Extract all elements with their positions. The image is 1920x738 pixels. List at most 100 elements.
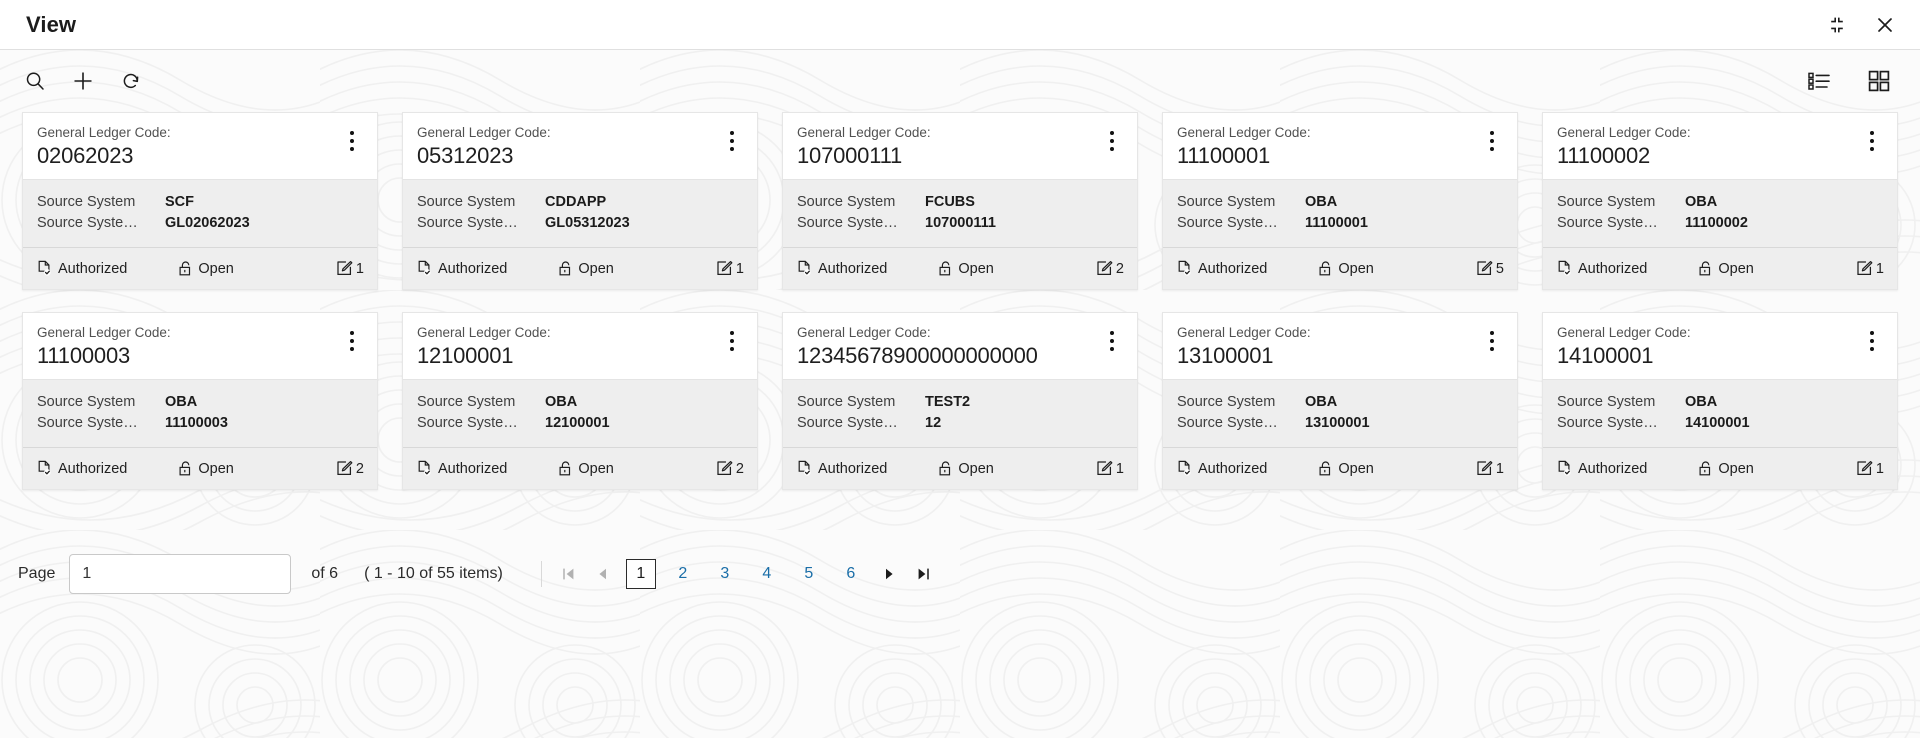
edit-square-icon [337,260,353,276]
gl-code-card[interactable]: General Ledger Code: 02062023 Source Sys… [22,112,378,290]
pager-page-4[interactable]: 4 [752,559,782,589]
source-system-code-value: 12100001 [545,415,610,431]
card-gl-code-value: 107000111 [797,143,903,168]
previous-page-button[interactable] [586,558,620,590]
gl-code-card[interactable]: General Ledger Code: 11100001 Source Sys… [1162,112,1518,290]
authorized-document-icon [418,460,431,476]
card-footer: Authorized Open 1 [1543,247,1897,289]
refresh-button[interactable] [114,64,148,98]
card-header: General Ledger Code: 14100001 [1543,313,1897,379]
card-title-label: General Ledger Code: [797,125,931,140]
source-system-code-row: Source Syste… 11100003 [37,413,363,434]
source-system-code-value: GL05312023 [545,215,630,231]
next-page-button[interactable] [872,558,906,590]
source-system-code-label: Source Syste… [1557,415,1658,431]
source-system-code-row: Source Syste… 11100001 [1177,213,1503,234]
gl-code-card[interactable]: General Ledger Code: 11100003 Source Sys… [22,312,378,490]
authorization-status: Authorized [1176,460,1267,477]
gl-code-card[interactable]: General Ledger Code: 107000111 Source Sy… [782,112,1138,290]
card-menu-button[interactable] [1481,124,1503,158]
pager-number-list: 123456 [620,559,872,589]
record-lock-status-text: Open [1338,260,1374,277]
card-footer: Authorized Open 5 [1163,247,1517,289]
window-titlebar: View [0,0,1920,50]
record-lock-status: Open [178,460,234,477]
source-system-label: Source System [797,394,896,410]
modification-count: 1 [336,260,364,277]
kebab-dot [1870,347,1874,351]
kebab-dot [730,347,734,351]
kebab-dot [1870,331,1874,335]
source-system-code-value: GL02062023 [165,215,250,231]
pager-page-1[interactable]: 1 [625,559,656,589]
source-system-code-row: Source Syste… GL05312023 [417,213,743,234]
card-menu-button[interactable] [341,324,363,358]
card-title-label: General Ledger Code: [1557,125,1691,140]
gl-code-card[interactable]: General Ledger Code: 05312023 Source Sys… [402,112,758,290]
close-button[interactable] [1872,12,1898,38]
add-button[interactable] [66,64,100,98]
source-system-row: Source System OBA [1557,192,1883,213]
pagination-bar: Page of 6 ( 1 - 10 of 55 items) 123 [0,554,1920,594]
source-system-code-label: Source Syste… [797,215,898,231]
card-header-text: General Ledger Code: 11100001 [1177,124,1477,170]
authorization-status: Authorized [1556,260,1647,277]
modification-count-text: 1 [1495,460,1504,477]
unlock-icon [179,261,191,276]
grid-view-button[interactable] [1862,64,1896,98]
edit-square-icon [1097,460,1113,476]
kebab-dot [1110,331,1114,335]
gl-code-card[interactable]: General Ledger Code: 13100001 Source Sys… [1162,312,1518,490]
authorized-document-icon [1558,260,1571,276]
pager-page-3[interactable]: 3 [710,559,740,589]
page-number-input[interactable] [69,554,292,594]
card-header-text: General Ledger Code: 11100002 [1557,124,1857,170]
authorized-document-icon [418,260,431,276]
authorized-document-icon [38,260,51,276]
close-icon [1878,17,1892,32]
kebab-dot [350,347,354,351]
unlock-icon [1699,261,1711,276]
kebab-dot [1110,347,1114,351]
list-view-button[interactable] [1802,64,1836,98]
source-system-value: OBA [1305,394,1338,410]
record-lock-status: Open [1698,260,1754,277]
pager-page-5[interactable]: 5 [794,559,824,589]
card-menu-button[interactable] [1861,124,1883,158]
first-page-button[interactable] [552,558,586,590]
card-gl-code-value: 12100001 [417,343,514,368]
card-menu-button[interactable] [721,324,743,358]
gl-code-card[interactable]: General Ledger Code: 11100002 Source Sys… [1542,112,1898,290]
next-page-icon [885,568,893,580]
card-header-text: General Ledger Code: 11100003 [37,324,337,370]
card-menu-button[interactable] [1101,324,1123,358]
gl-code-card[interactable]: General Ledger Code: 1234567890000000000… [782,312,1138,490]
card-gl-code-value: 14100001 [1557,343,1654,368]
card-menu-button[interactable] [1861,324,1883,358]
authorization-status-text: Authorized [1198,460,1268,477]
pager-controls: 123456 [540,558,940,590]
gl-code-card[interactable]: General Ledger Code: 12100001 Source Sys… [402,312,758,490]
source-system-label: Source System [37,194,136,210]
page-title: View [26,11,77,37]
authorization-status-text: Authorized [58,260,128,277]
search-button[interactable] [18,64,52,98]
collapse-button[interactable] [1824,12,1850,38]
modification-count-text: 2 [355,460,364,477]
card-menu-button[interactable] [1481,324,1503,358]
last-page-button[interactable] [906,558,940,590]
source-system-code-row: Source Syste… GL02062023 [37,213,363,234]
card-footer: Authorized Open 2 [783,247,1137,289]
list-view-icon [1808,72,1830,90]
card-menu-button[interactable] [1101,124,1123,158]
card-header: General Ledger Code: 12100001 [403,313,757,379]
modification-count: 1 [1856,460,1884,477]
pager-page-6[interactable]: 6 [836,559,866,589]
card-menu-button[interactable] [721,124,743,158]
gl-code-card[interactable]: General Ledger Code: 14100001 Source Sys… [1542,312,1898,490]
authorization-status: Authorized [416,260,507,277]
card-title-label: General Ledger Code: [37,125,171,140]
authorization-status: Authorized [796,260,887,277]
card-menu-button[interactable] [341,124,363,158]
pager-page-2[interactable]: 2 [668,559,698,589]
